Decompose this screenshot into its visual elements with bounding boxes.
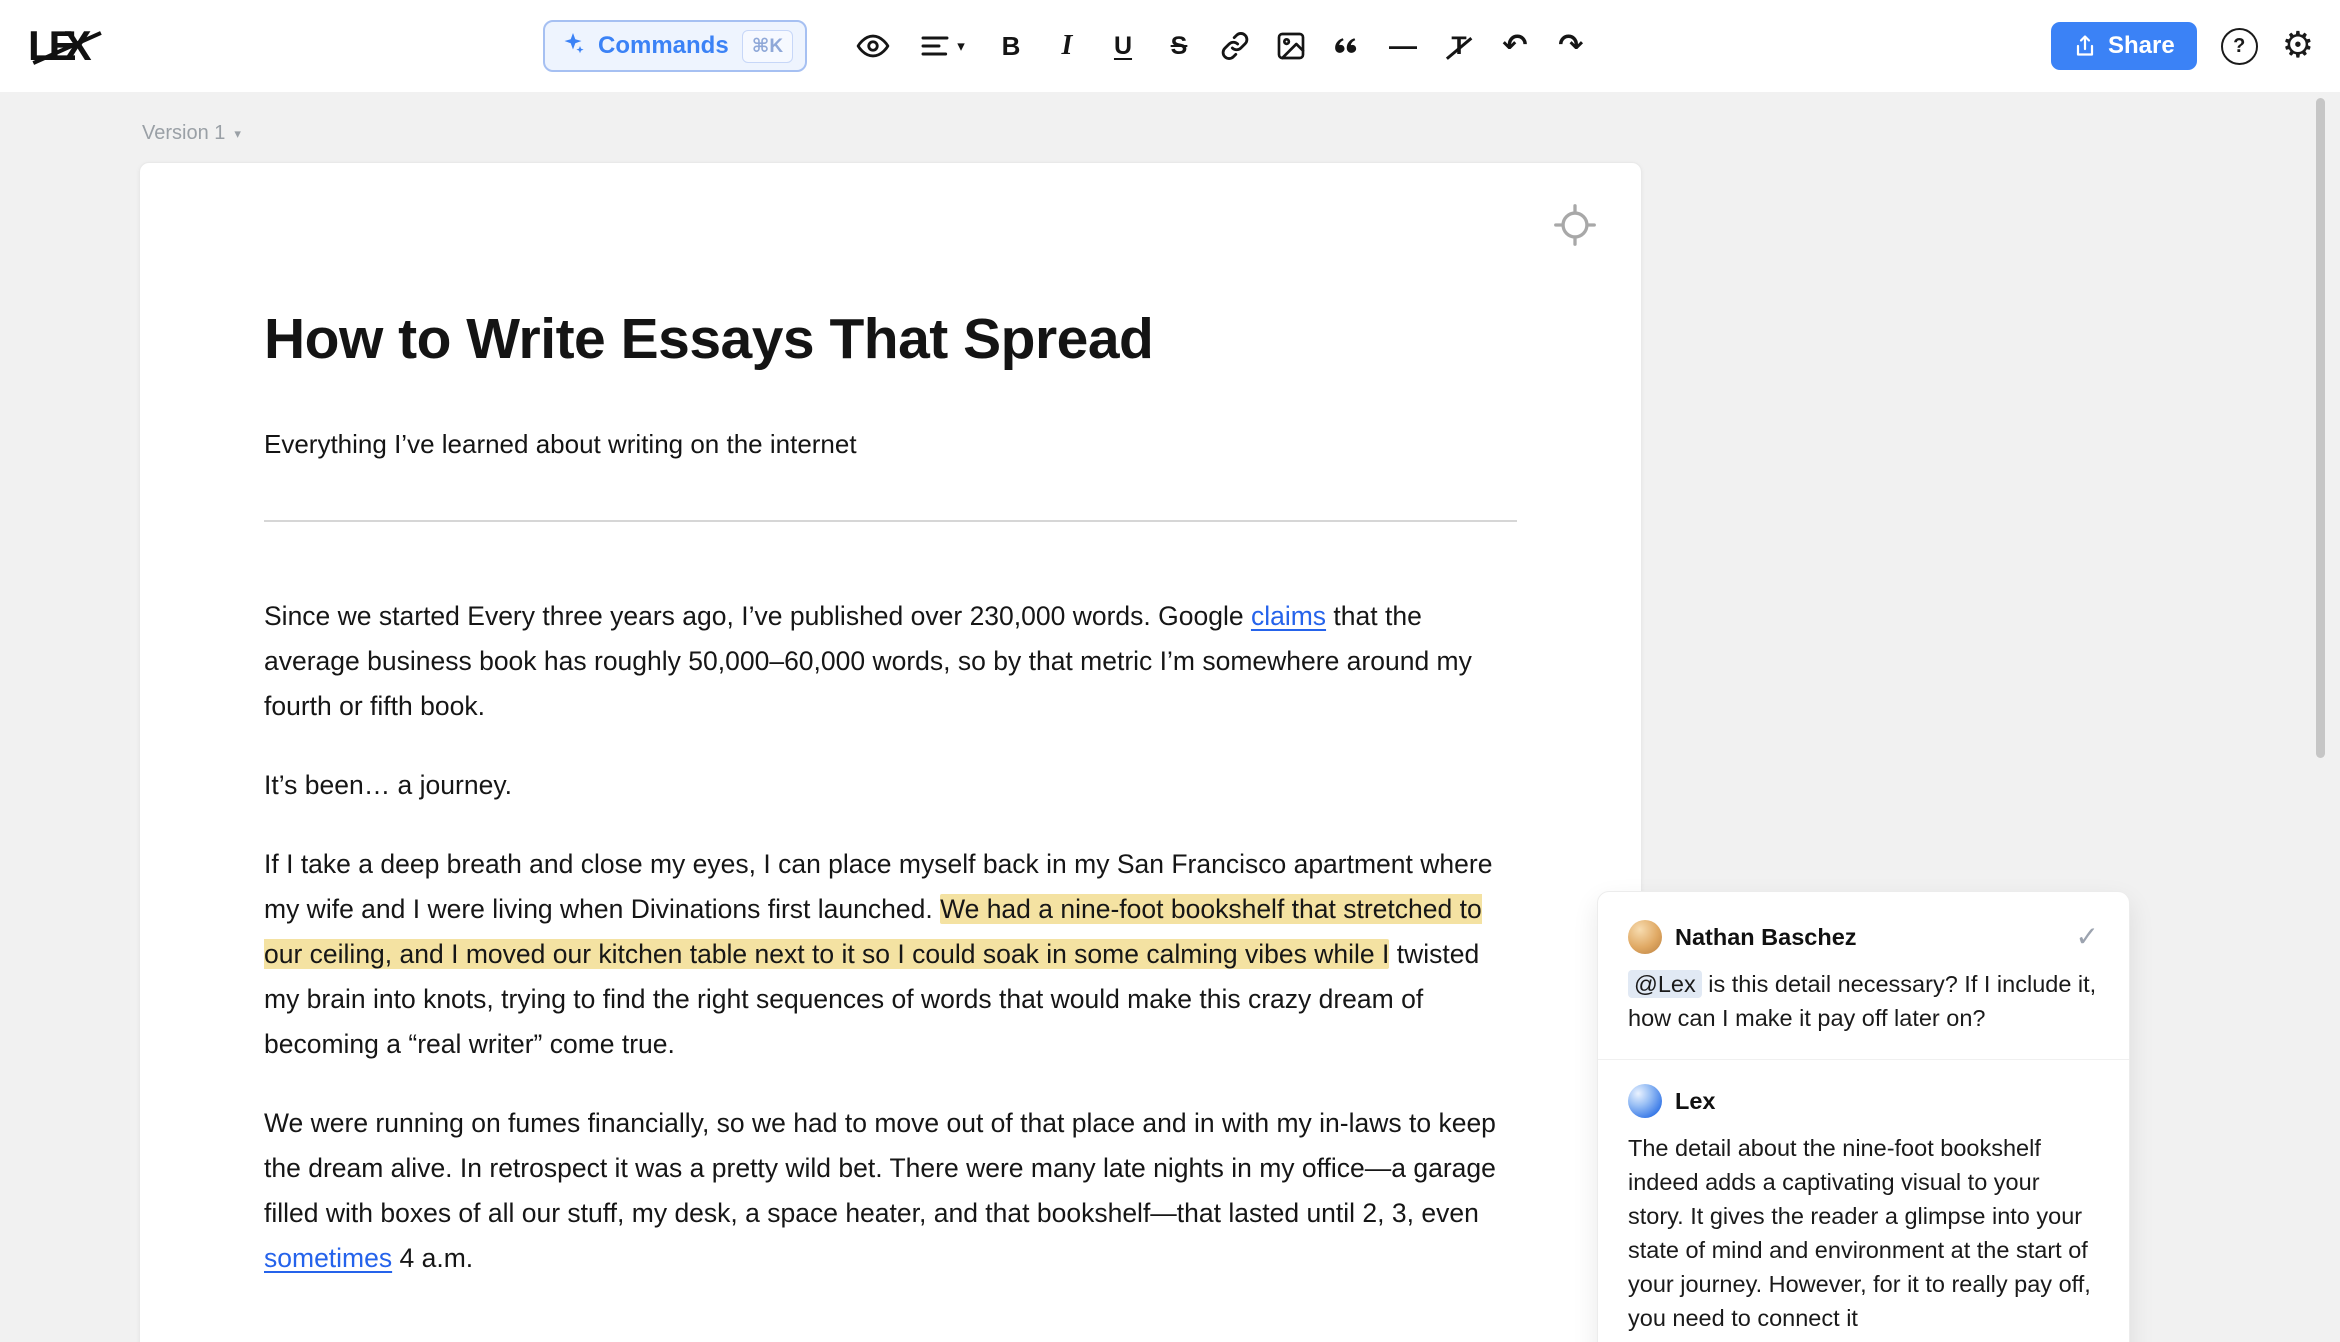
lex-ai-avatar	[1628, 1084, 1662, 1118]
link-icon	[1219, 30, 1251, 62]
comment-body: @Lex is this detail necessary? If I incl…	[1628, 967, 2099, 1035]
horizontal-rule-icon: —	[1389, 30, 1417, 62]
insert-image-button[interactable]	[1263, 19, 1319, 73]
text-run: Since we started Every three years ago, …	[264, 601, 1251, 631]
bold-button[interactable]: B	[983, 19, 1039, 73]
lex-logo[interactable]: LEX	[28, 25, 97, 67]
inline-link[interactable]: sometimes	[264, 1243, 392, 1273]
scrollbar-thumb[interactable]	[2316, 98, 2325, 758]
commands-label: Commands	[598, 32, 729, 60]
toolbar-right-group: Share ? ⚙	[2051, 0, 2314, 92]
paragraph[interactable]: If I take a deep breath and close my eye…	[264, 842, 1517, 1067]
blockquote-button[interactable]	[1319, 19, 1375, 73]
mention-chip[interactable]: @Lex	[1628, 970, 1702, 998]
sparkle-icon	[561, 31, 585, 62]
text-run: The detail about the nine-foot bookshelf…	[1628, 1135, 2091, 1331]
chevron-down-icon: ▾	[234, 126, 241, 142]
chevron-down-icon: ▾	[957, 37, 965, 55]
comment-thread-panel[interactable]: Nathan Baschez ✓ @Lex is this detail nec…	[1597, 891, 2130, 1342]
paragraph[interactable]: It’s been… a journey.	[264, 763, 1517, 808]
comment-reply: Lex The detail about the nine-foot books…	[1628, 1084, 2099, 1335]
document-page[interactable]: How to Write Essays That Spread Everythi…	[139, 162, 1642, 1342]
help-button[interactable]: ?	[2221, 28, 2258, 65]
share-icon	[2073, 34, 2097, 58]
undo-button[interactable]: ↶	[1487, 19, 1543, 73]
paragraph[interactable]: Since we started Every three years ago, …	[264, 594, 1517, 729]
target-icon	[1553, 203, 1597, 247]
editor-canvas: Version 1 ▾ How to Write Essays That Spr…	[0, 92, 2340, 1342]
text-run: 4 a.m.	[392, 1243, 473, 1273]
settings-button[interactable]: ⚙	[2282, 28, 2314, 64]
document-title[interactable]: How to Write Essays That Spread	[264, 307, 1517, 373]
strikethrough-icon: S	[1171, 32, 1188, 61]
bold-icon: B	[1002, 31, 1021, 62]
commands-shortcut: ⌘K	[742, 30, 793, 63]
inline-link[interactable]: claims	[1251, 601, 1326, 631]
text-align-dropdown-button[interactable]: ▾	[901, 19, 983, 73]
comment-body: The detail about the nine-foot bookshelf…	[1628, 1131, 2099, 1335]
text-run: We were running on fumes financially, so…	[264, 1108, 1496, 1228]
version-selector[interactable]: Version 1 ▾	[142, 122, 241, 145]
image-icon	[1275, 30, 1307, 62]
comment-divider	[1598, 1059, 2129, 1060]
strikethrough-button[interactable]: S	[1151, 19, 1207, 73]
italic-icon: I	[1062, 30, 1073, 62]
comment-author: Lex	[1675, 1088, 1716, 1115]
toolbar: LEX Commands ⌘K ▾ B I U S — T ↶ ↷	[0, 0, 2340, 92]
clear-formatting-icon: T	[1442, 32, 1476, 61]
comment-header: Lex	[1628, 1084, 2099, 1118]
italic-button[interactable]: I	[1039, 19, 1095, 73]
comment-author: Nathan Baschez	[1675, 924, 1857, 951]
align-lines-icon	[919, 30, 951, 62]
version-label: Version 1	[142, 122, 225, 145]
question-icon: ?	[2233, 35, 2245, 58]
formatting-toolbar: ▾ B I U S — T ↶ ↷	[845, 19, 1599, 73]
gear-icon: ⚙	[2282, 25, 2314, 66]
underline-button[interactable]: U	[1095, 19, 1151, 73]
focus-mode-button[interactable]	[1553, 203, 1597, 247]
commands-button[interactable]: Commands ⌘K	[543, 20, 807, 72]
quote-icon	[1332, 31, 1362, 61]
redo-icon: ↷	[1558, 31, 1583, 61]
paragraph[interactable]: We were running on fumes financially, so…	[264, 1101, 1517, 1281]
eye-icon	[856, 29, 890, 63]
share-label: Share	[2108, 32, 2175, 60]
comment-header: Nathan Baschez ✓	[1628, 920, 2099, 954]
nathan-avatar	[1628, 920, 1662, 954]
document-subtitle[interactable]: Everything I’ve learned about writing on…	[264, 429, 1517, 460]
link-button[interactable]	[1207, 19, 1263, 73]
comment: Nathan Baschez ✓ @Lex is this detail nec…	[1628, 920, 2099, 1035]
section-divider	[264, 520, 1517, 522]
undo-icon: ↶	[1502, 31, 1527, 61]
redo-button[interactable]: ↷	[1543, 19, 1599, 73]
underline-icon: U	[1114, 32, 1132, 61]
text-run: It’s been… a journey.	[264, 770, 512, 800]
preview-eye-button[interactable]	[845, 19, 901, 73]
resolve-check-icon[interactable]: ✓	[2076, 923, 2099, 951]
clear-formatting-button[interactable]: T	[1431, 19, 1487, 73]
horizontal-rule-button[interactable]: —	[1375, 19, 1431, 73]
share-button[interactable]: Share	[2051, 22, 2197, 70]
